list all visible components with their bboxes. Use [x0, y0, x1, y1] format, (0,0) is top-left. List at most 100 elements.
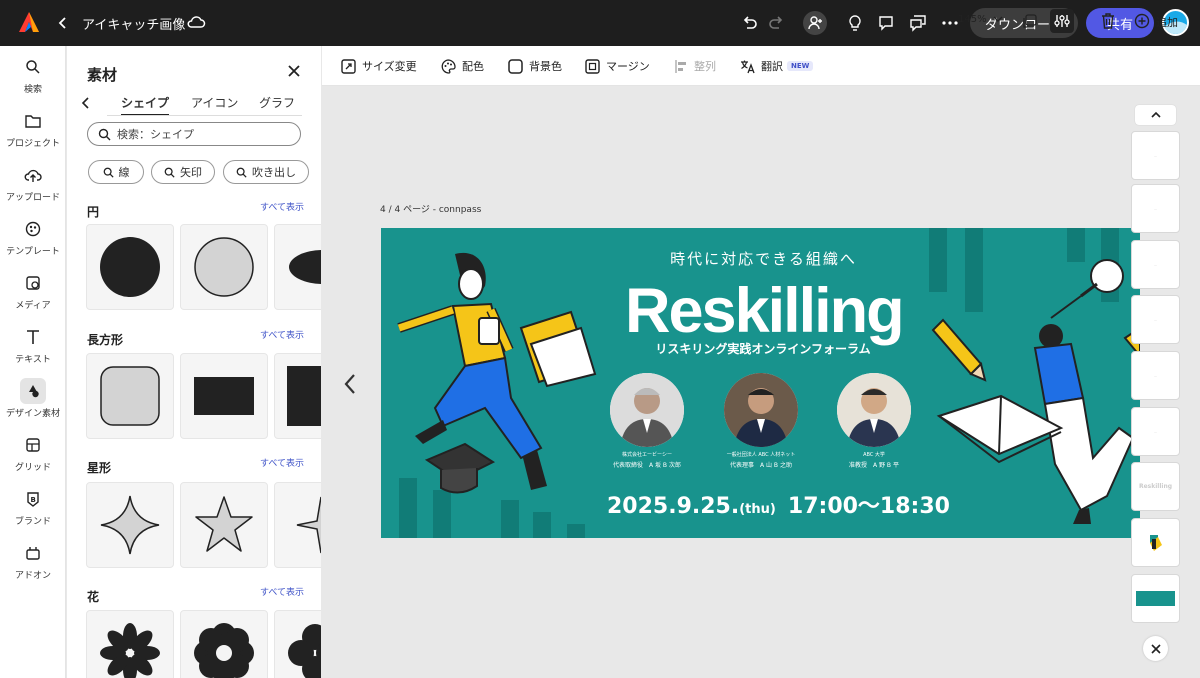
shape-tile-star-6point[interactable]	[274, 482, 321, 568]
nav-item-search[interactable]: 検索	[0, 54, 66, 104]
upload-cloud-icon	[20, 162, 46, 188]
show-all-link[interactable]: すべて表示	[260, 456, 304, 469]
page-thumbnail-current[interactable]	[1131, 574, 1180, 623]
chevron-left-icon[interactable]	[342, 372, 358, 396]
shape-tile-circle-filled[interactable]	[86, 224, 174, 310]
shape-tile-flower-ring[interactable]	[180, 610, 268, 678]
page-thumbnail[interactable]: —	[1131, 407, 1180, 456]
speaker-photo	[610, 373, 684, 447]
align-button[interactable]: 整列	[675, 58, 716, 74]
chevron-up-icon[interactable]	[1135, 105, 1176, 125]
search-icon	[98, 128, 117, 141]
shape-tile-flower-petals[interactable]	[86, 610, 174, 678]
comment-icon[interactable]	[874, 11, 898, 35]
banner-title[interactable]: Reskilling	[625, 276, 905, 346]
chip-speech-bubbles[interactable]: 吹き出し	[223, 160, 309, 184]
nav-item-media[interactable]: メディア	[0, 270, 66, 320]
redo-icon[interactable]	[764, 11, 788, 35]
chevron-down-icon[interactable]	[993, 15, 1003, 23]
svg-text:B: B	[31, 496, 36, 504]
trash-icon[interactable]	[1096, 9, 1120, 33]
template-icon	[20, 216, 46, 242]
page-thumbnail-reskilling[interactable]: Reskilling	[1131, 462, 1180, 511]
search-input[interactable]: 検索：シェイプ	[87, 122, 301, 146]
shape-tile-circle-outline[interactable]	[180, 224, 268, 310]
shape-tile-rectangle[interactable]	[180, 353, 268, 439]
new-badge: NEW	[787, 61, 814, 71]
resize-button[interactable]: サイズ変更	[341, 58, 417, 74]
cloud-sync-icon[interactable]	[186, 13, 206, 31]
undo-icon[interactable]	[738, 11, 762, 35]
speaker-2[interactable]: 一般社団法人 ABC 人材ネット 代表理事 A 山 B 之助	[722, 373, 800, 469]
search-icon	[236, 167, 252, 178]
grid-icon	[20, 432, 46, 458]
speaker-photo	[724, 373, 798, 447]
tab-divider	[107, 115, 302, 116]
chevron-left-icon[interactable]	[81, 96, 91, 110]
student-illustration	[397, 252, 597, 494]
banner-artboard[interactable]: 時代に対応できる組織へ Reskilling リスキリング実践オンラインフォーラ…	[381, 228, 1140, 538]
lightbulb-icon[interactable]	[843, 11, 867, 35]
nav-item-design-assets[interactable]: デザイン素材	[0, 378, 66, 428]
section-title-circle: 円	[87, 205, 100, 219]
shapes-icon	[20, 378, 46, 404]
section-title-flower: 花	[87, 590, 100, 604]
document-title[interactable]: アイキャッチ画像	[82, 14, 185, 33]
show-all-link[interactable]: すべて表示	[260, 328, 304, 341]
background-color-button[interactable]: 背景色	[508, 58, 562, 74]
nav-item-grid[interactable]: グリッド	[0, 432, 66, 482]
chip-arrows[interactable]: 矢印	[151, 160, 215, 184]
nav-item-addons[interactable]: アドオン	[0, 540, 66, 590]
show-all-link[interactable]: すべて表示	[260, 200, 304, 213]
translate-button[interactable]: 翻訳 NEW	[740, 58, 814, 74]
tab-icons[interactable]: アイコン	[191, 94, 238, 116]
show-all-link[interactable]: すべて表示	[260, 585, 304, 598]
review-comments-icon[interactable]	[906, 11, 930, 35]
close-icon[interactable]	[1143, 636, 1168, 661]
margin-icon	[585, 58, 606, 74]
logo-graphic	[1149, 534, 1162, 551]
banner-date[interactable]: 2025.9.25.(thu) 17:00〜18:30	[607, 488, 950, 520]
shape-tile-ellipse[interactable]	[274, 224, 321, 310]
assets-panel: 素材 シェイプ アイコン グラフ 検索：シェイプ 線 矢印 吹き出し 円 すべて…	[67, 46, 321, 678]
invite-user-icon[interactable]	[803, 11, 827, 35]
margin-button[interactable]: マージン	[585, 58, 650, 74]
banner-subtitle[interactable]: リスキリング実践オンラインフォーラム	[637, 340, 889, 357]
section-title-rectangle: 長方形	[87, 333, 124, 347]
page-thumbnail[interactable]: —	[1131, 240, 1180, 289]
shape-tile-star-4point[interactable]	[86, 482, 174, 568]
tab-charts[interactable]: グラフ	[259, 94, 295, 116]
page-thumbnail[interactable]: —	[1131, 351, 1180, 400]
close-icon[interactable]	[288, 65, 300, 77]
tab-shapes[interactable]: シェイプ	[121, 94, 170, 116]
add-circle-icon[interactable]	[1130, 9, 1154, 33]
zoom-level[interactable]: 145%	[958, 14, 987, 25]
background-swatch-icon	[508, 58, 529, 74]
add-button-label[interactable]: 追加	[1156, 14, 1178, 30]
shape-tile-flower-round[interactable]	[274, 610, 321, 678]
chip-lines[interactable]: 線	[88, 160, 144, 184]
nav-item-templates[interactable]: テンプレート	[0, 216, 66, 266]
page-thumbnail[interactable]: —	[1131, 184, 1180, 233]
shape-tile-rounded-rect[interactable]	[86, 353, 174, 439]
speaker-1[interactable]: 株式会社エービーシー 代表取締役 A 坂 B 次郎	[608, 373, 686, 469]
nav-item-text[interactable]: テキスト	[0, 324, 66, 374]
resize-icon	[341, 58, 362, 74]
layers-icon[interactable]	[1018, 9, 1042, 33]
nav-item-projects[interactable]: プロジェクト	[0, 108, 66, 158]
app-logo-icon[interactable]	[18, 11, 40, 33]
shape-tile-star-5point[interactable]	[180, 482, 268, 568]
adjust-sliders-icon[interactable]	[1050, 9, 1074, 33]
back-icon[interactable]	[56, 14, 70, 32]
page-thumbnail[interactable]: —	[1131, 131, 1180, 180]
speaker-3[interactable]: ABC 大学 准教授 A 野 B 平	[835, 373, 913, 469]
page-thumbnail-logo[interactable]	[1131, 518, 1180, 567]
text-icon	[20, 324, 46, 350]
shape-tile-tall-rect[interactable]	[274, 353, 321, 439]
page-label: 4 / 4 ページ - connpass	[380, 205, 482, 215]
nav-item-upload[interactable]: アップロード	[0, 162, 66, 212]
banner-heading[interactable]: 時代に対応できる組織へ	[651, 248, 876, 269]
color-scheme-button[interactable]: 配色	[441, 58, 484, 74]
nav-item-brand[interactable]: B ブランド	[0, 486, 66, 536]
page-thumbnail[interactable]: —	[1131, 295, 1180, 344]
